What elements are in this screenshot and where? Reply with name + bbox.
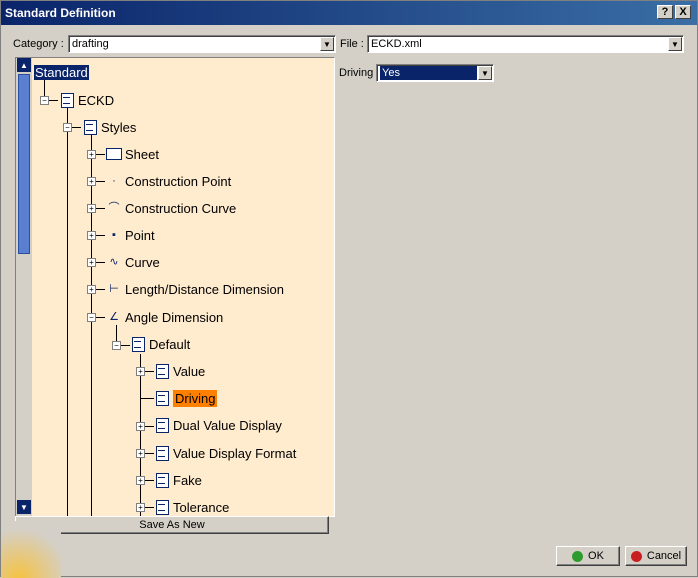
collapse-icon[interactable]: − <box>40 96 49 105</box>
tree-node-construction-curve[interactable]: ⌒ Construction Curve <box>106 198 237 218</box>
scroll-thumb[interactable] <box>18 74 30 254</box>
chevron-down-icon[interactable]: ▼ <box>478 66 492 80</box>
scroll-up-icon[interactable]: ▲ <box>17 58 31 72</box>
tree-node-fake[interactable]: Fake <box>154 470 202 490</box>
window-title: Standard Definition <box>5 6 116 20</box>
curve-icon: ∿ <box>109 256 119 268</box>
scroll-down-icon[interactable]: ▼ <box>17 500 31 514</box>
collapse-icon[interactable]: − <box>112 341 121 350</box>
document-icon <box>154 363 170 379</box>
expand-icon[interactable]: + <box>136 476 145 485</box>
tree-node-angle-dimension[interactable]: ∠ Angle Dimension <box>106 307 223 327</box>
tree-node-tolerance[interactable]: Tolerance <box>154 497 229 516</box>
tree-node-value-display-format[interactable]: Value Display Format <box>154 443 296 463</box>
document-icon <box>154 472 170 488</box>
document-icon <box>82 119 98 135</box>
sheet-icon <box>106 148 122 160</box>
cancel-icon <box>630 550 642 562</box>
point-icon: ▪ <box>112 229 116 241</box>
tree-node-standard[interactable]: Standard <box>34 62 89 82</box>
chevron-down-icon[interactable]: ▼ <box>668 37 682 51</box>
angle-dimension-icon: ∠ <box>109 311 119 323</box>
cancel-button[interactable]: Cancel <box>625 546 687 566</box>
title-bar: Standard Definition ? X <box>1 1 697 25</box>
standard-definition-dialog: Standard Definition ? X Category : draft… <box>0 0 698 578</box>
tree-node-curve[interactable]: ∿ Curve <box>106 252 159 272</box>
document-icon <box>130 336 146 352</box>
construction-curve-icon: ⌒ <box>108 202 120 214</box>
driving-combo[interactable]: Yes ▼ <box>376 64 494 82</box>
expand-icon[interactable]: + <box>87 258 96 267</box>
document-icon <box>154 499 170 515</box>
document-icon <box>154 417 170 433</box>
expand-icon[interactable]: + <box>87 231 96 240</box>
close-button[interactable]: X <box>675 5 691 19</box>
document-icon <box>154 445 170 461</box>
driving-value: Yes <box>380 66 477 80</box>
category-value: drafting <box>72 38 109 50</box>
length-dimension-icon: ⊢ <box>109 283 119 295</box>
file-value: ECKD.xml <box>371 38 422 50</box>
tree-line <box>67 108 68 516</box>
tree-node-eckd[interactable]: ECKD <box>59 90 114 110</box>
expand-icon[interactable]: + <box>87 150 96 159</box>
brand-decoration <box>1 521 61 578</box>
collapse-icon[interactable]: − <box>87 313 96 322</box>
tree-node-default[interactable]: Default <box>130 334 190 354</box>
standard-tree: − − + + + + + + − − + + + + + Standard E… <box>32 58 334 516</box>
ok-button[interactable]: OK <box>556 546 620 566</box>
help-button[interactable]: ? <box>657 5 673 19</box>
document-icon <box>154 390 170 406</box>
tree-node-value[interactable]: Value <box>154 361 205 381</box>
tree-node-construction-point[interactable]: · Construction Point <box>106 171 231 191</box>
expand-icon[interactable]: + <box>136 503 145 512</box>
expand-icon[interactable]: + <box>136 367 145 376</box>
standard-tree-panel: ▲ ▼ − − + + + + + + − − + + + + + Standa… <box>15 57 335 517</box>
file-combo[interactable]: ECKD.xml ▼ <box>367 35 684 53</box>
expand-icon[interactable]: + <box>87 204 96 213</box>
expand-icon[interactable]: + <box>87 177 96 186</box>
ok-icon <box>572 550 584 562</box>
construction-point-icon: · <box>112 175 116 187</box>
file-label: File : <box>340 38 364 50</box>
expand-icon[interactable]: + <box>136 449 145 458</box>
tree-node-length-distance-dimension[interactable]: ⊢ Length/Distance Dimension <box>106 279 284 299</box>
save-as-new-button[interactable]: Save As New <box>15 516 329 534</box>
tree-node-driving[interactable]: Driving <box>154 388 218 408</box>
tree-node-sheet[interactable]: Sheet <box>106 144 159 164</box>
tree-line <box>140 354 141 516</box>
document-icon <box>59 92 75 108</box>
chevron-down-icon[interactable]: ▼ <box>320 37 334 51</box>
expand-icon[interactable]: + <box>87 285 96 294</box>
tree-scrollbar[interactable]: ▲ ▼ <box>16 58 32 516</box>
tree-node-styles[interactable]: Styles <box>82 117 136 137</box>
tree-node-dual-value-display[interactable]: Dual Value Display <box>154 415 282 435</box>
category-combo[interactable]: drafting ▼ <box>68 35 336 53</box>
category-label: Category : <box>13 38 64 50</box>
expand-icon[interactable]: + <box>136 422 145 431</box>
driving-label: Driving <box>339 67 374 79</box>
tree-node-point[interactable]: ▪ Point <box>106 225 155 245</box>
collapse-icon[interactable]: − <box>63 123 72 132</box>
tree-line <box>91 135 92 516</box>
tree-line <box>140 398 154 399</box>
